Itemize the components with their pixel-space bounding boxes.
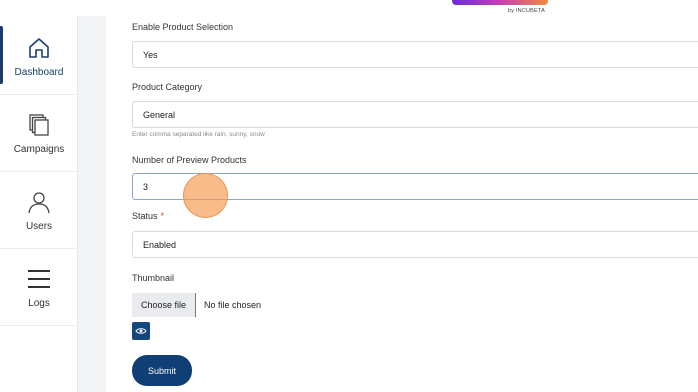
category-label: Product Category [132, 82, 203, 92]
user-icon [28, 191, 50, 213]
enable-selection-select[interactable]: Yes [132, 41, 698, 68]
category-value: General [143, 109, 176, 120]
status-value: Enabled [143, 239, 177, 250]
brand-text: by INCUBETA [508, 8, 545, 14]
sidebar-item-logs[interactable]: Logs [0, 249, 78, 326]
sidebar-item-label: Logs [28, 297, 50, 309]
sidebar-item-campaigns[interactable]: Campaigns [0, 95, 78, 172]
brand-logo-bar [452, 0, 548, 5]
thumbnail-label: Thumbnail [132, 273, 175, 283]
sidebar-item-label: Users [25, 220, 53, 232]
submit-button[interactable]: Submit [132, 355, 192, 386]
sidebar-item-label: Campaigns [13, 143, 65, 155]
app-frame: by INCUBETA Dashboard Campaigns Users Lo… [0, 0, 698, 392]
top-bar: by INCUBETA [0, 0, 698, 16]
preview-count-label: Number of Preview Products [132, 155, 247, 165]
category-helper-text: Enter comma separated like rain, sunny, … [132, 131, 265, 138]
status-label-text: Status [132, 211, 158, 221]
enable-selection-label: Enable Product Selection [132, 22, 234, 32]
stack-icon [29, 113, 49, 136]
sidebar: Dashboard Campaigns Users Logs [0, 16, 78, 392]
status-select[interactable]: Enabled [132, 231, 698, 258]
sidebar-item-users[interactable]: Users [0, 172, 78, 249]
menu-icon [28, 269, 50, 288]
preview-count-value: 3 [143, 181, 149, 192]
required-mark: * [160, 211, 165, 221]
cursor-highlight [183, 173, 228, 218]
eye-icon [135, 328, 147, 334]
sidebar-item-dashboard[interactable]: Dashboard [0, 18, 78, 95]
status-label: Status * [132, 211, 164, 221]
category-input[interactable]: General [132, 101, 698, 128]
file-status-text: No file chosen [204, 300, 262, 310]
content-gutter [78, 16, 106, 392]
preview-thumbnail-button[interactable] [132, 322, 150, 340]
home-icon [29, 37, 49, 58]
sidebar-item-label: Dashboard [14, 66, 64, 78]
enable-selection-value: Yes [143, 49, 158, 60]
thumbnail-file-input[interactable]: Choose file No file chosen [132, 293, 261, 317]
choose-file-button[interactable]: Choose file [132, 293, 197, 317]
